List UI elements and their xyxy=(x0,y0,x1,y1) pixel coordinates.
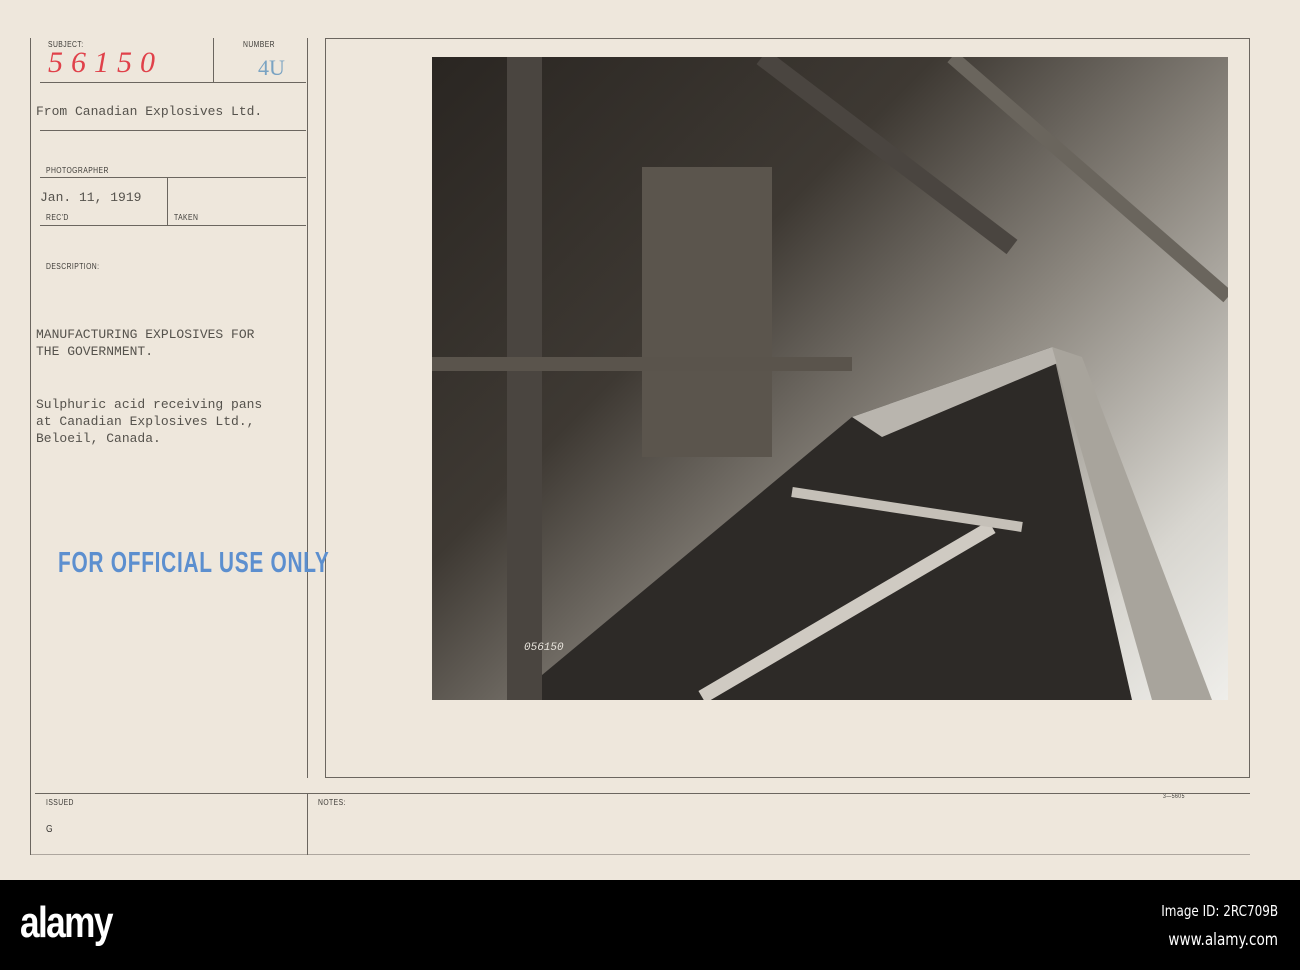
alamy-logo: alamy xyxy=(20,898,113,947)
archive-photo-card: SUBJECT: 56150 NUMBER 4U From Canadian E… xyxy=(0,0,1300,880)
caption-line: Beloeil, Canada. xyxy=(36,431,161,446)
site-url[interactable]: www.alamy.com xyxy=(1168,930,1278,950)
recd-label: REC'D xyxy=(46,213,69,222)
received-date: Jan. 11, 1919 xyxy=(40,190,142,205)
issued-label: ISSUED xyxy=(46,798,74,807)
divider xyxy=(213,38,214,82)
image-id: Image ID: 2RC709B xyxy=(1161,902,1278,920)
caption-line: at Canadian Explosives Ltd., xyxy=(36,414,255,429)
photo-number: 056150 xyxy=(524,642,564,654)
footer-band: alamy Image ID: 2RC709B www.alamy.com xyxy=(0,880,1300,970)
card-border xyxy=(30,38,31,855)
acid-pan xyxy=(512,347,1132,700)
caption-line: Sulphuric acid receiving pans xyxy=(36,397,263,412)
official-use-stamp: FOR OFFICIAL USE ONLY xyxy=(58,547,330,579)
photographer-label: PHOTOGRAPHER xyxy=(46,166,109,175)
divider xyxy=(307,793,308,855)
railing xyxy=(432,357,852,371)
description-line: MANUFACTURING EXPLOSIVES FOR xyxy=(36,327,255,342)
divider xyxy=(307,38,308,778)
number-value: 4U xyxy=(258,55,285,80)
issued-value: G xyxy=(46,824,54,835)
photo-scene xyxy=(432,57,1228,700)
divider xyxy=(40,82,306,83)
description-label: DESCRIPTION: xyxy=(46,262,100,271)
number-label: NUMBER xyxy=(243,40,276,49)
divider xyxy=(325,38,1250,39)
notes-label: NOTES: xyxy=(318,798,346,807)
card-border xyxy=(30,854,1250,855)
divider xyxy=(40,177,306,178)
divider xyxy=(167,177,168,225)
wooden-post xyxy=(507,57,542,700)
divider xyxy=(35,793,1250,794)
divider xyxy=(325,777,1250,778)
roof-beam xyxy=(947,57,1228,303)
source-text: From Canadian Explosives Ltd. xyxy=(36,104,263,119)
description-line: THE GOVERNMENT. xyxy=(36,344,154,359)
subject-value: 56150 xyxy=(48,46,163,79)
divider xyxy=(1249,38,1250,778)
divider xyxy=(40,225,306,226)
taken-label: TAKEN xyxy=(174,213,199,222)
brick-pillar xyxy=(642,167,772,457)
divider xyxy=(40,130,306,131)
form-number: 3—5605 xyxy=(1163,794,1185,800)
factory-photograph: 056150 xyxy=(432,57,1228,700)
divider xyxy=(325,38,326,778)
